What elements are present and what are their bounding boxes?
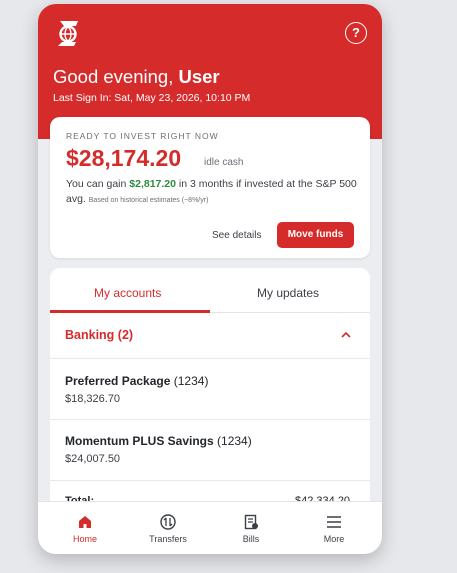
nav-transfers[interactable]: Transfers: [125, 502, 211, 554]
phone-frame: ? Good evening, User Last Sign In: Sat, …: [38, 4, 382, 554]
bill-icon: [244, 514, 258, 530]
nav-transfers-label: Transfers: [149, 534, 187, 544]
gain-note: Based on historical estimates (~8%/yr): [88, 197, 209, 204]
transfer-icon: [160, 514, 176, 530]
nav-bills[interactable]: Bills: [208, 502, 294, 554]
account-number: (1234): [173, 374, 209, 388]
nav-more-label: More: [323, 534, 345, 544]
tab-my-updates[interactable]: My updates: [257, 286, 319, 300]
greeting: Good evening, User: [53, 66, 220, 88]
banking-section-header[interactable]: Banking (2): [65, 328, 133, 342]
accounts-panel: My accounts My updates Banking (2) Prefe…: [50, 268, 370, 518]
chevron-up-icon[interactable]: [340, 329, 352, 341]
nav-home-label: Home: [72, 534, 97, 544]
last-sign-in: Last Sign In: Sat, May 23, 2026, 10:10 P…: [53, 92, 251, 104]
user-name: User: [178, 66, 220, 87]
see-details-link[interactable]: See details: [212, 230, 261, 241]
bottom-nav: Home Transfers Bills More: [38, 501, 382, 554]
account-title: Momentum PLUS Savings: [65, 434, 214, 448]
invest-eyebrow: READY TO INVEST RIGHT NOW: [66, 131, 219, 141]
help-icon[interactable]: ?: [345, 22, 367, 44]
nav-home[interactable]: Home: [42, 502, 128, 554]
active-tab-indicator: [50, 310, 210, 313]
home-icon: [79, 516, 91, 528]
divider: [50, 480, 370, 481]
gain-prefix: You can gain: [66, 178, 130, 190]
account-balance-preferred: $18,326.70: [65, 393, 121, 405]
nav-more[interactable]: More: [291, 502, 377, 554]
menu-icon: [327, 516, 341, 528]
gain-value: $2,817.20: [129, 178, 176, 190]
idle-cash-label: idle cash: [204, 157, 244, 168]
invest-card: READY TO INVEST RIGHT NOW $28,174.20 idl…: [50, 117, 370, 258]
scotiabank-logo-icon[interactable]: [54, 18, 82, 50]
account-balance-momentum: $24,007.50: [65, 453, 121, 465]
divider: [50, 419, 370, 420]
account-name-preferred[interactable]: Preferred Package (1234): [65, 374, 208, 388]
account-number: (1234): [217, 434, 252, 448]
divider: [50, 358, 370, 359]
tab-my-accounts[interactable]: My accounts: [94, 286, 161, 300]
idle-cash-amount: $28,174.20: [66, 145, 182, 171]
account-title: Preferred Package: [65, 374, 171, 388]
move-funds-button[interactable]: Move funds: [277, 222, 354, 248]
gain-text: You can gain $2,817.20 in 3 months if in…: [66, 177, 362, 208]
nav-bills-label: Bills: [242, 534, 260, 544]
greeting-prefix: Good evening,: [53, 66, 179, 87]
account-name-momentum[interactable]: Momentum PLUS Savings (1234): [65, 434, 252, 448]
